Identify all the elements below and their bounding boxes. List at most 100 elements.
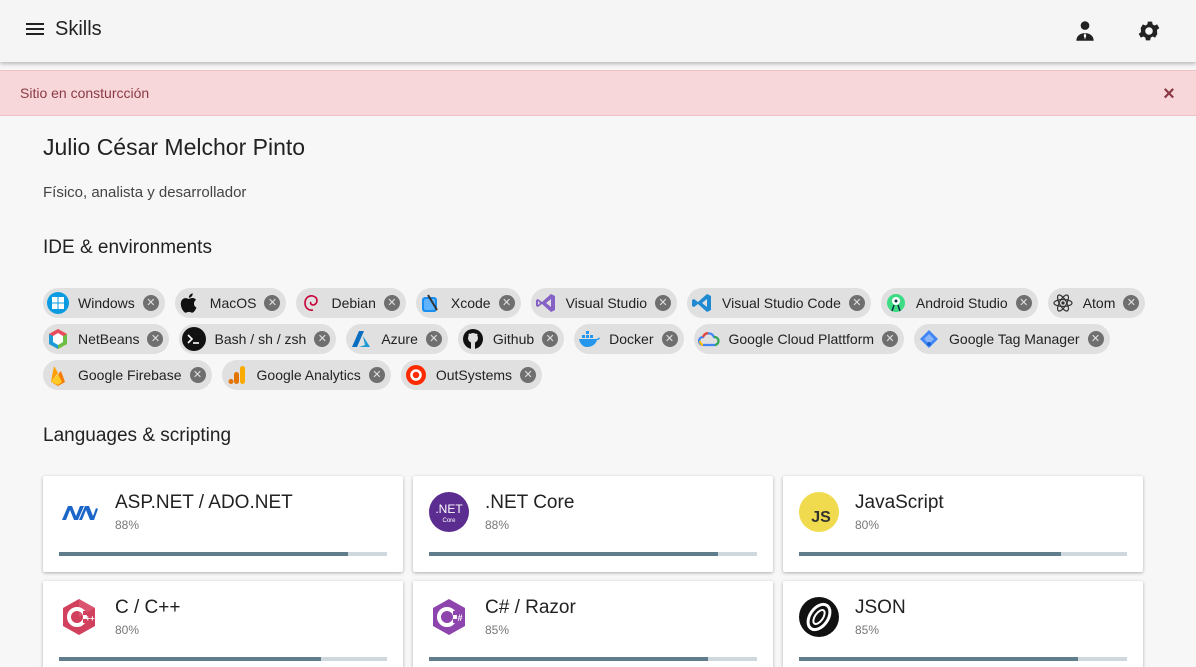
skill-title: ASP.NET / ADO.NET — [115, 492, 293, 513]
skill-percent: 80% — [115, 623, 140, 637]
windows-icon — [46, 291, 70, 315]
chip-remove-icon[interactable]: ✕ — [542, 331, 559, 347]
chip-atom[interactable]: Atom ✕ — [1047, 288, 1146, 318]
tag-manager-icon — [917, 327, 941, 351]
skill-progress-fill — [799, 657, 1078, 661]
skill-card: ASP.NET / ADO.NET 88% — [43, 476, 403, 572]
chip-remove-icon[interactable]: ✕ — [189, 367, 206, 383]
terminal-icon — [182, 327, 207, 351]
skill-progress-bar — [429, 552, 757, 556]
chip-remove-icon[interactable]: ✕ — [498, 295, 515, 311]
chip-remove-icon[interactable]: ✕ — [655, 295, 672, 311]
google-cloud-icon — [697, 327, 721, 351]
svg-text:.NET: .NET — [435, 502, 463, 516]
skill-progress-bar — [799, 552, 1127, 556]
chip-outsystems[interactable]: OutSystems ✕ — [400, 360, 543, 390]
profile-subtitle: Físico, analista y desarrollador — [43, 184, 247, 201]
skill-percent: 85% — [855, 623, 880, 637]
atom-icon — [1051, 291, 1075, 315]
skill-progress-bar — [59, 657, 387, 661]
svg-text:JS: JS — [811, 509, 831, 526]
chip-label: Github — [492, 331, 535, 347]
chip-google-tag-manager[interactable]: Google Tag Manager ✕ — [914, 324, 1110, 354]
chip-remove-icon[interactable]: ✕ — [368, 367, 385, 383]
firebase-icon — [46, 363, 70, 387]
skill-progress-bar — [59, 552, 387, 556]
skill-title: .NET Core — [485, 492, 575, 513]
gear-icon[interactable] — [1136, 18, 1162, 44]
chip-github[interactable]: Github ✕ — [457, 324, 565, 354]
chip-remove-icon[interactable]: ✕ — [264, 295, 281, 311]
chip-remove-icon[interactable]: ✕ — [848, 295, 865, 311]
chip-remove-icon[interactable]: ✕ — [142, 295, 159, 311]
skill-card: .NET Core .NET Core 88% — [413, 476, 773, 572]
chip-vscode[interactable]: Visual Studio Code ✕ — [687, 288, 871, 318]
chip-label: NetBeans — [78, 331, 140, 347]
debian-icon — [299, 291, 323, 315]
cpp-icon: ++ — [59, 597, 99, 637]
chip-android-studio[interactable]: Android Studio ✕ — [880, 288, 1038, 318]
chip-remove-icon[interactable]: ✕ — [661, 331, 678, 347]
chip-label: Debian — [331, 295, 376, 311]
chip-netbeans[interactable]: NetBeans ✕ — [43, 324, 170, 354]
menu-icon[interactable] — [24, 20, 46, 42]
chip-label: Visual Studio Code — [722, 295, 841, 311]
skill-progress-bar — [429, 657, 757, 661]
chip-bash[interactable]: Bash / sh / zsh ✕ — [179, 324, 337, 354]
skill-progress-fill — [59, 657, 322, 661]
chip-remove-icon[interactable]: ✕ — [520, 367, 537, 383]
chip-remove-icon[interactable]: ✕ — [425, 331, 442, 347]
docker-icon — [577, 327, 601, 351]
chip-google-firebase[interactable]: Google Firebase ✕ — [43, 360, 212, 390]
construction-alert: Sitio en consturcción × — [0, 70, 1196, 116]
chip-windows[interactable]: Windows ✕ — [43, 288, 165, 318]
section-title-languages: Languages & scripting — [43, 425, 232, 446]
chip-google-cloud[interactable]: Google Cloud Plattform ✕ — [693, 324, 905, 354]
chip-remove-icon[interactable]: ✕ — [147, 331, 164, 347]
chip-docker[interactable]: Docker ✕ — [574, 324, 684, 354]
chip-macos[interactable]: MacOS ✕ — [174, 288, 287, 318]
chip-remove-icon[interactable]: ✕ — [1123, 295, 1140, 311]
skill-progress-fill — [429, 657, 708, 661]
profile-name: Julio César Melchor Pinto — [43, 134, 306, 160]
chip-label: Google Analytics — [256, 367, 361, 383]
chip-remove-icon[interactable]: ✕ — [1015, 295, 1032, 311]
skill-card-grid: ASP.NET / ADO.NET 88% .NET Core .NET Core… — [43, 476, 1143, 667]
json-icon — [799, 597, 839, 637]
chip-label: Google Tag Manager — [949, 331, 1080, 347]
close-icon[interactable]: × — [1160, 84, 1178, 104]
user-icon[interactable] — [1072, 18, 1098, 44]
chip-xcode[interactable]: Xcode ✕ — [415, 288, 521, 318]
analytics-icon — [225, 363, 249, 387]
xcode-icon — [419, 291, 443, 315]
skill-progress-fill — [429, 552, 718, 556]
chip-label: Android Studio — [915, 295, 1008, 311]
netbeans-icon — [46, 327, 70, 351]
skill-title: C / C++ — [115, 597, 181, 618]
ide-chip-list: Windows ✕ MacOS ✕ Debian ✕ Xcode ✕ Visua… — [43, 288, 1153, 390]
chip-visual-studio[interactable]: Visual Studio ✕ — [530, 288, 678, 318]
chip-label: Windows — [78, 295, 135, 311]
chip-debian[interactable]: Debian ✕ — [296, 288, 406, 318]
chip-label: OutSystems — [435, 367, 513, 383]
javascript-icon: JS — [799, 492, 839, 532]
chip-google-analytics[interactable]: Google Analytics ✕ — [221, 360, 391, 390]
chip-remove-icon[interactable]: ✕ — [882, 331, 899, 347]
chip-label: Docker — [609, 331, 654, 347]
aspnet-icon — [59, 492, 99, 532]
azure-icon — [349, 327, 373, 351]
chip-remove-icon[interactable]: ✕ — [314, 331, 331, 347]
skill-progress-fill — [59, 552, 348, 556]
vscode-icon — [690, 291, 714, 315]
chip-label: Visual Studio — [565, 295, 648, 311]
chip-remove-icon[interactable]: ✕ — [1087, 331, 1104, 347]
chip-label: Google Firebase — [78, 367, 182, 383]
chip-label: MacOS — [209, 295, 257, 311]
chip-azure[interactable]: Azure ✕ — [346, 324, 448, 354]
svg-text:Core: Core — [442, 518, 456, 524]
skill-card: JSON 85% — [783, 581, 1143, 667]
visual-studio-icon — [534, 291, 558, 315]
section-title-ide: IDE & environments — [43, 237, 212, 258]
skill-progress-fill — [799, 552, 1062, 556]
chip-remove-icon[interactable]: ✕ — [383, 295, 400, 311]
